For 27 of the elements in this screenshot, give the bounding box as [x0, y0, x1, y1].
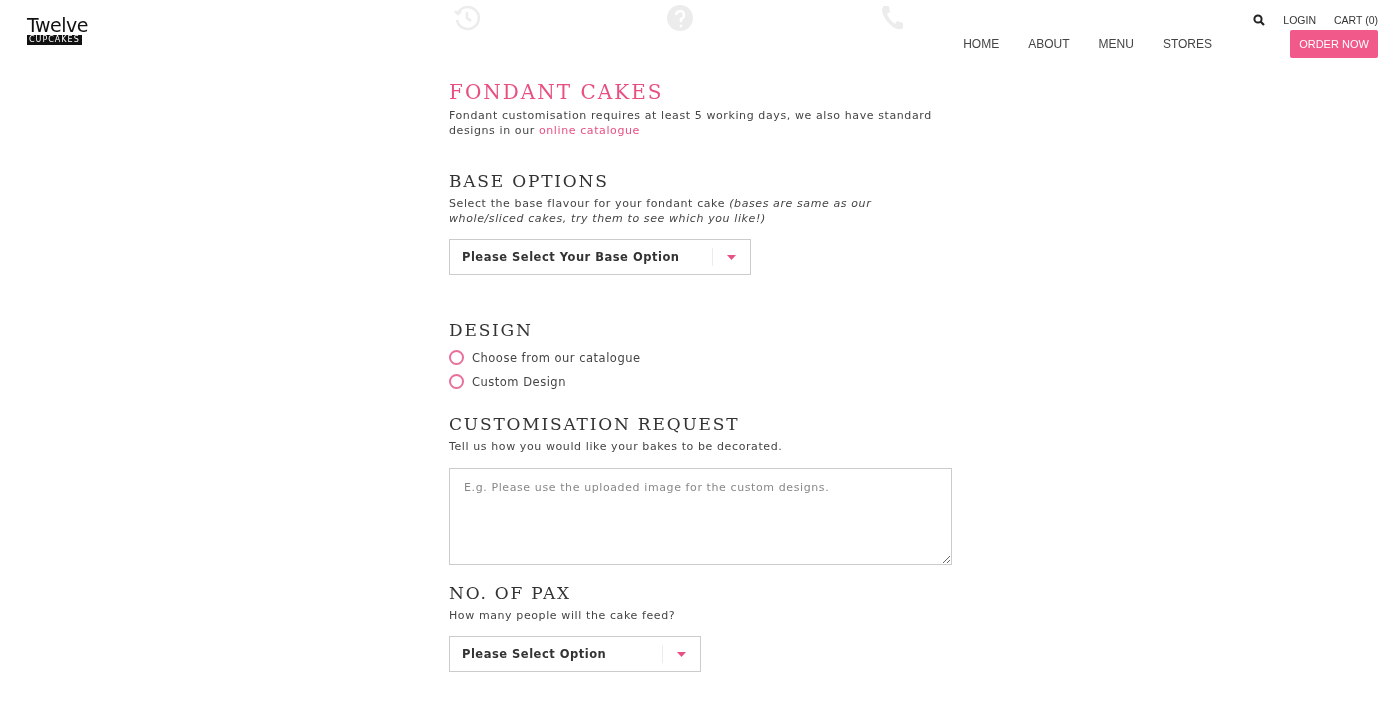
section-description: Select the base flavour for your fondant cake (bases are same as our whole/sliced cakes, try them to see which you like!) [449, 196, 873, 226]
header-link[interactable]: CART (0) [1334, 14, 1378, 26]
design-radio-option[interactable]: Custom Design [449, 374, 641, 389]
pax-dropdown[interactable]: Please Select Option [449, 636, 701, 672]
section-heading: NO. OF PAX [449, 582, 572, 604]
nav-link[interactable]: STORES [1162, 37, 1212, 51]
logo[interactable]: Twelve CUPCAKES [27, 15, 88, 45]
section-description: How many people will the cake feed? [449, 608, 676, 623]
intro-text: Fondant customisation requires at least 5 working days, we also have standard designs in our online catalogue [449, 108, 933, 138]
nav-link[interactable]: MENU [1098, 37, 1134, 51]
catalogue-link[interactable]: online catalogue [538, 124, 640, 137]
logo-wordmark: Twelve [27, 15, 88, 35]
section-heading: BASE OPTIONS [449, 170, 609, 192]
design-radio-option[interactable]: Choose from our catalogue [449, 350, 641, 365]
nav-link[interactable]: HOME [963, 37, 1000, 51]
page-title: FONDANT CAKES [449, 80, 664, 104]
nav-link[interactable]: ABOUT [1028, 37, 1070, 51]
header-link[interactable]: LOGIN [1283, 14, 1317, 26]
caret-icon [677, 651, 686, 657]
customisation-textarea[interactable]: E.g. Please use the uploaded image for the custom designs. [449, 468, 952, 565]
search-icon[interactable] [1253, 14, 1266, 26]
logo-subtitle: CUPCAKES [27, 35, 82, 45]
base-option-dropdown[interactable]: Please Select Your Base Option [449, 239, 751, 275]
section-heading: CUSTOMISATION REQUEST [449, 413, 740, 435]
section-description: Tell us how you would like your bakes to be decorated. [449, 439, 783, 454]
caret-icon [727, 254, 736, 260]
section-heading: DESIGN [449, 319, 533, 341]
